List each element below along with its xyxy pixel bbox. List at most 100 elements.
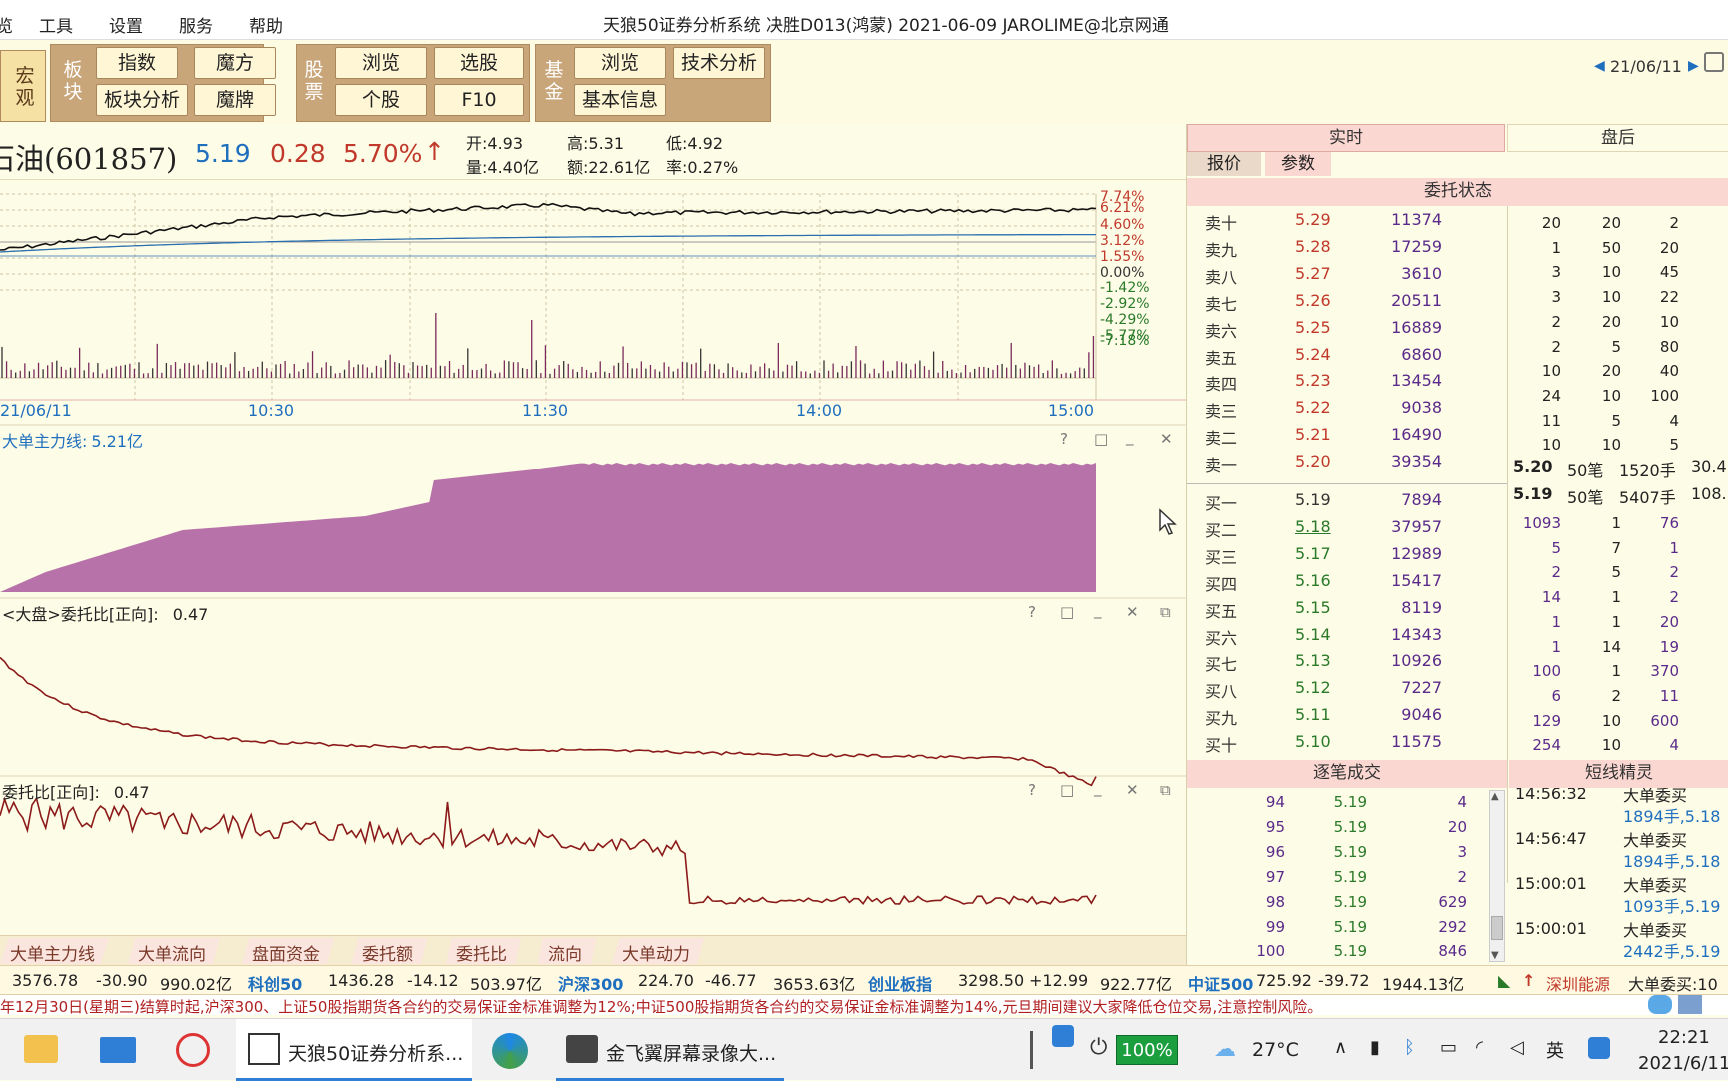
mopai-button[interactable]: 魔牌 xyxy=(194,84,276,116)
bid-row[interactable]: 买一 5.19 7894 xyxy=(1187,486,1507,513)
ticks-scrollbar[interactable]: ▲ ▼ xyxy=(1489,790,1505,962)
sprite-item[interactable]: 14:56:32 大单委买 1894手,5.18 xyxy=(1509,788,1728,826)
battery-icon[interactable]: ▭ xyxy=(1440,1037,1457,1058)
maximize-icon[interactable]: □ xyxy=(1060,603,1074,621)
help-icon[interactable]: ? xyxy=(1060,430,1068,448)
clock-time: 22:21 xyxy=(1658,1027,1710,1048)
detach-icon[interactable]: ⧉ xyxy=(1160,781,1171,799)
stock-browse-button[interactable]: 浏览 xyxy=(335,47,427,79)
bid-row[interactable]: 买二 5.18 37957 xyxy=(1187,513,1507,540)
help-icon[interactable]: ? xyxy=(1028,781,1036,799)
file-explorer-icon[interactable] xyxy=(24,1035,58,1063)
scroll-up-icon[interactable]: ▲ xyxy=(1491,791,1499,802)
fund-browse-button[interactable]: 浏览 xyxy=(574,47,666,79)
q-tray-icon[interactable] xyxy=(1588,1037,1610,1059)
tab-after-hours[interactable]: 盘后 xyxy=(1507,124,1728,152)
help-icon[interactable]: ? xyxy=(1028,603,1036,621)
tab-order-amount[interactable]: 委托额 xyxy=(352,938,427,964)
single-stock-button[interactable]: 个股 xyxy=(335,84,427,116)
bid-row[interactable]: 买七 5.13 10926 xyxy=(1187,647,1507,674)
sub-tab-quote[interactable]: 报价 xyxy=(1187,152,1261,176)
f10-button[interactable]: F10 xyxy=(434,84,524,116)
macro-button[interactable]: 宏观 xyxy=(0,50,46,122)
bid-row[interactable]: 买三 5.17 12989 xyxy=(1187,540,1507,567)
tech-analysis-button[interactable]: 技术分析 xyxy=(673,47,765,79)
pct-tick: 1.55% xyxy=(1100,249,1145,265)
minimize-icon[interactable]: _ xyxy=(1094,601,1102,619)
bid-row[interactable]: 买五 5.15 8119 xyxy=(1187,594,1507,621)
bid-row[interactable]: 买八 5.12 7227 xyxy=(1187,674,1507,701)
ask-row[interactable]: 卖十 5.29 11374 xyxy=(1187,206,1507,233)
ask-row[interactable]: 卖二 5.21 16490 xyxy=(1187,421,1507,448)
bluetooth-icon[interactable]: ᛒ xyxy=(1404,1037,1415,1058)
tab-big-order-power[interactable]: 大单动力 xyxy=(612,938,704,964)
chat-icon[interactable] xyxy=(1648,995,1672,1014)
weather-icon[interactable]: ☁ xyxy=(1214,1037,1236,1062)
tab-flow[interactable]: 流向 xyxy=(538,938,596,964)
ime-icon[interactable]: 英 xyxy=(1546,1037,1564,1063)
index-name[interactable]: 科创50 xyxy=(248,971,302,995)
close-icon[interactable]: ✕ xyxy=(1126,603,1139,621)
microphone-icon[interactable]: ▮ xyxy=(1370,1037,1380,1058)
prev-date-icon[interactable]: ◀ xyxy=(1594,58,1605,74)
next-date-icon[interactable]: ▶ xyxy=(1688,58,1699,74)
index-name[interactable]: 创业板指 xyxy=(868,971,932,995)
stock-pick-button[interactable]: 选股 xyxy=(434,47,524,79)
tab-order-ratio[interactable]: 委托比 xyxy=(446,938,521,964)
maximize-icon[interactable]: □ xyxy=(1060,781,1074,799)
power-plug-icon[interactable]: ⏻ xyxy=(1090,1035,1107,1060)
taskbar-app-recorder[interactable]: 金飞翼屏幕录像大... xyxy=(556,1019,784,1081)
basic-info-button[interactable]: 基本信息 xyxy=(574,84,666,116)
chevron-up-icon[interactable]: ∧ xyxy=(1334,1037,1347,1058)
chart-icon[interactable]: ◣ xyxy=(1498,971,1510,990)
edge-icon[interactable] xyxy=(492,1033,528,1069)
tab-realtime[interactable]: 实时 xyxy=(1187,124,1505,152)
sprite-item[interactable]: 15:00:01 大单委买 2442手,5.19 xyxy=(1509,913,1728,961)
detach-icon[interactable]: ⧉ xyxy=(1160,603,1171,621)
index-button[interactable]: 指数 xyxy=(96,47,178,79)
menu-browse[interactable]: 览 xyxy=(0,12,13,37)
ask-row[interactable]: 卖五 5.24 6860 xyxy=(1187,341,1507,368)
taskbar-app-tianlang[interactable]: 天狼50证券分析系... xyxy=(236,1019,472,1081)
bid-row[interactable]: 买九 5.11 9046 xyxy=(1187,701,1507,728)
tab-big-order-flow[interactable]: 大单流向 xyxy=(128,938,220,964)
app-icon[interactable] xyxy=(176,1033,210,1067)
sprite-item[interactable]: 15:00:01 大单委买 1093手,5.19 xyxy=(1509,868,1728,916)
window-icon[interactable] xyxy=(1678,995,1702,1014)
menu-service[interactable]: 服务 xyxy=(179,12,213,37)
close-icon[interactable]: ✕ xyxy=(1160,430,1173,448)
scroll-down-icon[interactable]: ▼ xyxy=(1491,950,1499,961)
minimize-icon[interactable]: _ xyxy=(1126,428,1134,446)
menu-settings[interactable]: 设置 xyxy=(109,12,143,37)
ask-row[interactable]: 卖七 5.26 20511 xyxy=(1187,287,1507,314)
tab-big-order-line[interactable]: 大单主力线 xyxy=(0,938,109,964)
sub-tab-params[interactable]: 参数 xyxy=(1265,152,1331,176)
ask-row[interactable]: 卖九 5.28 17259 xyxy=(1187,233,1507,260)
ask-row[interactable]: 卖八 5.27 3610 xyxy=(1187,260,1507,287)
ask-row[interactable]: 卖一 5.20 39354 xyxy=(1187,448,1507,475)
ask-row[interactable]: 卖三 5.22 9038 xyxy=(1187,394,1507,421)
index-name[interactable]: 沪深300 xyxy=(558,971,623,995)
maximize-icon[interactable]: □ xyxy=(1094,430,1108,448)
tab-market-funds[interactable]: 盘面资金 xyxy=(242,938,334,964)
mofang-button[interactable]: 魔方 xyxy=(194,47,276,79)
close-icon[interactable]: ✕ xyxy=(1126,781,1139,799)
menu-tools[interactable]: 工具 xyxy=(39,12,73,37)
bid-row[interactable]: 买四 5.16 15417 xyxy=(1187,567,1507,594)
index-name[interactable]: 中证500 xyxy=(1188,971,1253,995)
bid-row[interactable]: 买六 5.14 14343 xyxy=(1187,621,1507,648)
ask-row[interactable]: 卖四 5.23 13454 xyxy=(1187,367,1507,394)
volume-icon[interactable]: ◁ xyxy=(1510,1037,1524,1058)
sprite-item[interactable]: 14:56:47 大单委买 1894手,5.18 xyxy=(1509,823,1728,871)
wifi-icon[interactable]: ◜ xyxy=(1476,1037,1483,1058)
q-icon[interactable] xyxy=(1052,1025,1074,1047)
ask-row[interactable]: 卖六 5.25 16889 xyxy=(1187,314,1507,341)
menu-help[interactable]: 帮助 xyxy=(249,12,283,37)
sector-analysis-button[interactable]: 板块分析 xyxy=(96,84,188,116)
minimize-icon[interactable]: _ xyxy=(1094,779,1102,797)
refresh-icon[interactable] xyxy=(1704,52,1724,72)
mail-icon[interactable] xyxy=(100,1037,136,1063)
battery-indicator[interactable]: 100% xyxy=(1116,1035,1178,1065)
bid-row[interactable]: 买十 5.10 11575 xyxy=(1187,728,1507,755)
scroll-thumb[interactable] xyxy=(1491,916,1503,940)
